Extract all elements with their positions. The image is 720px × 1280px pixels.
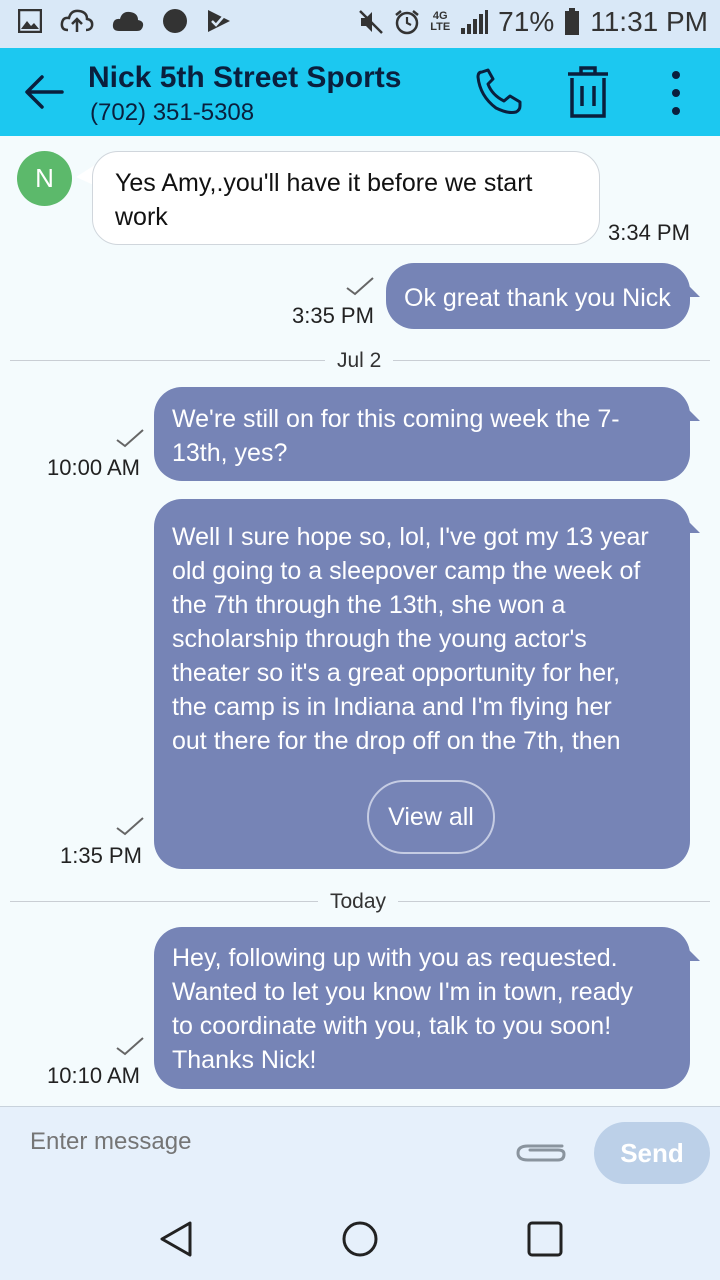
- message-text: Well I sure hope so, lol, I've got my 13…: [172, 523, 649, 755]
- bubble-tail: [682, 403, 700, 421]
- avatar[interactable]: N: [17, 151, 72, 206]
- message-time: 10:10 AM: [47, 1063, 140, 1088]
- bubble-tail: [682, 279, 700, 297]
- nav-back-icon[interactable]: [158, 1220, 194, 1258]
- contact-name: Nick 5th Street Sports: [88, 61, 402, 94]
- date-divider: Today: [318, 890, 399, 914]
- status-bar-left: [18, 8, 232, 34]
- paperclip-icon[interactable]: [514, 1136, 568, 1166]
- sent-check-icon: [346, 277, 374, 296]
- outgoing-message[interactable]: Ok great thank you Nick: [386, 263, 690, 329]
- cloud-icon: [112, 11, 144, 31]
- nav-recent-apps-icon[interactable]: [527, 1221, 563, 1257]
- sent-check-icon: [116, 817, 144, 836]
- message-time: 3:35 PM: [292, 303, 374, 328]
- contact-phone: (702) 351-5308: [90, 99, 255, 126]
- app-bar: Nick 5th Street Sports (702) 351-5308: [0, 48, 720, 136]
- bubble-tail: [682, 943, 700, 961]
- status-bar-right: 4G LTE 71% 11:31 PM: [358, 6, 708, 38]
- send-button[interactable]: Send: [594, 1122, 710, 1184]
- message-text: Hey, following up with you as requested.…: [172, 944, 634, 1074]
- outgoing-message[interactable]: We're still on for this coming week the …: [154, 387, 690, 481]
- signal-icon: [461, 10, 489, 34]
- check-app-icon: [208, 10, 230, 32]
- message-time: 10:00 AM: [47, 455, 140, 480]
- more-options-icon[interactable]: [666, 70, 686, 116]
- message-time: 1:35 PM: [60, 843, 142, 868]
- view-all-button[interactable]: View all: [367, 780, 495, 854]
- alarm-icon: [395, 10, 419, 35]
- back-arrow-icon[interactable]: [22, 72, 66, 112]
- message-text: We're still on for this coming week the …: [172, 405, 620, 467]
- battery-icon: [565, 8, 580, 35]
- cloud-upload-icon: [60, 9, 94, 32]
- gallery-icon: [18, 9, 42, 33]
- battery-percent: 71%: [498, 6, 555, 37]
- lte-icon: 4G LTE: [430, 10, 451, 33]
- status-bar: 4G LTE 71% 11:31 PM: [0, 0, 720, 48]
- sent-check-icon: [116, 1037, 144, 1056]
- status-time: 11:31 PM: [590, 6, 708, 37]
- message-input[interactable]: [30, 1128, 430, 1156]
- message-text: Yes Amy,.you'll have it before we start …: [115, 169, 533, 231]
- trash-icon[interactable]: [566, 66, 610, 118]
- message-text: Ok great thank you Nick: [404, 284, 671, 312]
- phone-call-icon[interactable]: [474, 68, 524, 116]
- message-time: 3:34 PM: [608, 220, 690, 245]
- date-divider: Jul 2: [325, 349, 394, 373]
- sent-check-icon: [116, 429, 144, 448]
- avatar-initial: N: [35, 163, 54, 193]
- incoming-message[interactable]: Yes Amy,.you'll have it before we start …: [92, 151, 600, 245]
- bubble-tail: [682, 515, 700, 533]
- outgoing-message[interactable]: Hey, following up with you as requested.…: [154, 927, 690, 1089]
- mute-icon: [359, 10, 384, 34]
- circle-icon: [163, 9, 187, 33]
- nav-home-icon[interactable]: [342, 1221, 378, 1257]
